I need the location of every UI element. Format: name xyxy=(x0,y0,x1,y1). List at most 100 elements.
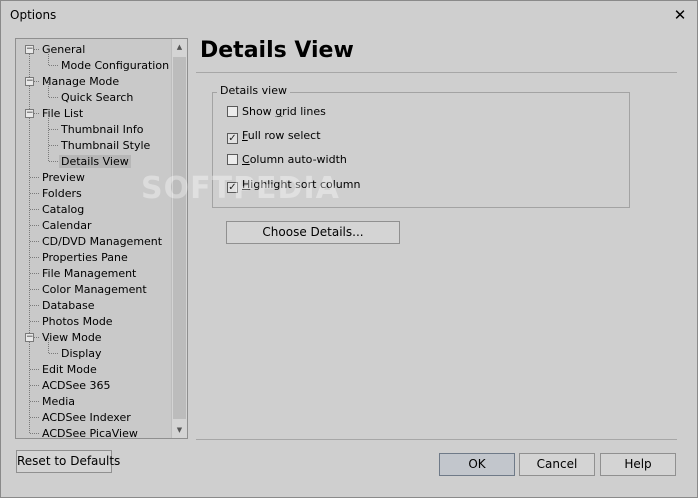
tree-item-label: Quick Search xyxy=(61,91,134,104)
collapse-icon[interactable]: − xyxy=(25,45,34,54)
tree-item[interactable]: View Mode xyxy=(40,330,104,345)
tree-connector xyxy=(48,114,49,129)
tree-connector xyxy=(30,177,39,178)
choose-details-button[interactable]: Choose Details... xyxy=(226,221,400,244)
tree-item[interactable]: Thumbnail Style xyxy=(59,138,152,153)
tree-item[interactable]: Thumbnail Info xyxy=(59,122,146,137)
tree-connector xyxy=(30,257,39,258)
tree-connector xyxy=(30,401,39,402)
tree-connector xyxy=(49,353,58,354)
tree-connector xyxy=(30,321,39,322)
checkbox-unchecked[interactable] xyxy=(227,106,238,117)
tree-connector xyxy=(48,50,49,65)
tree-item-label: Properties Pane xyxy=(42,251,128,264)
footer-divider xyxy=(196,439,677,440)
tree-item-label: Display xyxy=(61,347,102,360)
tree-connector xyxy=(49,129,58,130)
collapse-icon[interactable]: − xyxy=(25,333,34,342)
option-label: Column auto-width xyxy=(242,153,347,166)
tree-item-label: File Management xyxy=(42,267,137,280)
help-button[interactable]: Help xyxy=(600,453,676,476)
tree-item-label: View Mode xyxy=(42,331,102,344)
tree-item[interactable]: Calendar xyxy=(40,218,93,233)
checkbox-checked[interactable]: ✓ xyxy=(227,182,238,193)
tree-connector xyxy=(30,417,39,418)
option-label: Highlight sort column xyxy=(242,178,360,191)
tree-connector xyxy=(49,97,58,98)
tree-item-label: Photos Mode xyxy=(42,315,113,328)
tree-item[interactable]: File Management xyxy=(40,266,138,281)
tree-item-label: Mode Configuration xyxy=(61,59,170,72)
collapse-icon[interactable]: − xyxy=(25,109,34,118)
tree-item-label: CD/DVD Management xyxy=(42,235,163,248)
scroll-thumb[interactable] xyxy=(173,57,186,419)
window-title: Options xyxy=(10,8,57,22)
tree-item[interactable]: Display xyxy=(59,346,104,361)
tree-connector xyxy=(48,338,49,353)
tree-item[interactable]: Photos Mode xyxy=(40,314,115,329)
tree-scrollbar[interactable]: ▲ ▼ xyxy=(171,39,187,438)
tree-item[interactable]: CD/DVD Management xyxy=(40,234,164,249)
option-label-mnemonic: C xyxy=(242,153,250,166)
tree-item[interactable]: Details View xyxy=(59,154,131,169)
tree-item-label: Calendar xyxy=(42,219,92,232)
tree-item-label: Edit Mode xyxy=(42,363,97,376)
option-checkbox-row[interactable]: Column auto-width xyxy=(227,153,347,169)
collapse-icon[interactable]: − xyxy=(25,77,34,86)
option-label-part: ull row select xyxy=(247,129,321,142)
tree-item[interactable]: Mode Configuration xyxy=(59,58,171,73)
tree-item-label: Preview xyxy=(42,171,85,184)
tree-item-label: Thumbnail Info xyxy=(61,123,144,136)
tree-connector xyxy=(30,241,39,242)
title-bar: Options ✕ xyxy=(1,1,697,29)
scroll-down-icon[interactable]: ▼ xyxy=(172,422,187,438)
tree-item[interactable]: Folders xyxy=(40,186,84,201)
title-divider xyxy=(196,72,677,73)
tree-item[interactable]: File List xyxy=(40,106,85,121)
tree-item-label: ACDSee PicaView xyxy=(42,427,138,439)
option-checkbox-row[interactable]: ✓ Highlight sort column xyxy=(227,178,360,194)
tree-connector xyxy=(49,145,58,146)
tree-connector xyxy=(30,289,39,290)
option-checkbox-row[interactable]: ✓ Full row select xyxy=(227,129,321,145)
checkbox-checked[interactable]: ✓ xyxy=(227,133,238,144)
group-label: Details view xyxy=(217,84,290,97)
tree-item-label: Folders xyxy=(42,187,82,200)
reset-defaults-button[interactable]: Reset to Defaults xyxy=(16,450,120,473)
options-dialog: Options ✕ General − Mode Configuration Mana… xyxy=(0,0,698,498)
tree-item[interactable]: ACDSee Indexer xyxy=(40,410,133,425)
close-icon[interactable]: ✕ xyxy=(671,6,689,24)
tree-item[interactable]: ACDSee 365 xyxy=(40,378,113,393)
option-label: Show grid lines xyxy=(242,105,326,118)
tree-item[interactable]: Catalog xyxy=(40,202,86,217)
tree-item[interactable]: Properties Pane xyxy=(40,250,130,265)
tree-item-label: Details View xyxy=(59,155,131,168)
cancel-button[interactable]: Cancel xyxy=(519,453,595,476)
tree-item[interactable]: Edit Mode xyxy=(40,362,99,377)
scroll-up-icon[interactable]: ▲ xyxy=(172,39,187,55)
tree-connector xyxy=(30,369,39,370)
ok-button[interactable]: OK xyxy=(439,453,515,476)
tree-connector xyxy=(49,65,58,66)
tree-item[interactable]: Preview xyxy=(40,170,87,185)
tree-item[interactable]: Database xyxy=(40,298,97,313)
tree-item-label: File List xyxy=(42,107,84,120)
tree-item[interactable]: Quick Search xyxy=(59,90,135,105)
tree-connector xyxy=(30,385,39,386)
tree-connector xyxy=(30,273,39,274)
option-checkbox-row[interactable]: Show grid lines xyxy=(227,105,326,121)
tree-item[interactable]: Manage Mode xyxy=(40,74,121,89)
tree-connector xyxy=(30,433,39,434)
tree-item-label: Media xyxy=(42,395,76,408)
tree-connector xyxy=(48,146,49,161)
tree-item-label: Database xyxy=(42,299,95,312)
tree-connector xyxy=(48,130,49,145)
page-title: Details View xyxy=(200,38,354,63)
tree-item-label: ACDSee 365 xyxy=(42,379,111,392)
tree-item-label: Color Management xyxy=(42,283,147,296)
tree-item[interactable]: Color Management xyxy=(40,282,149,297)
tree-item[interactable]: ACDSee PicaView xyxy=(40,426,140,439)
options-tree[interactable]: General − Mode Configuration Manage Mode − Qu… xyxy=(15,38,188,439)
checkbox-unchecked[interactable] xyxy=(227,154,238,165)
tree-item[interactable]: Media xyxy=(40,394,77,409)
